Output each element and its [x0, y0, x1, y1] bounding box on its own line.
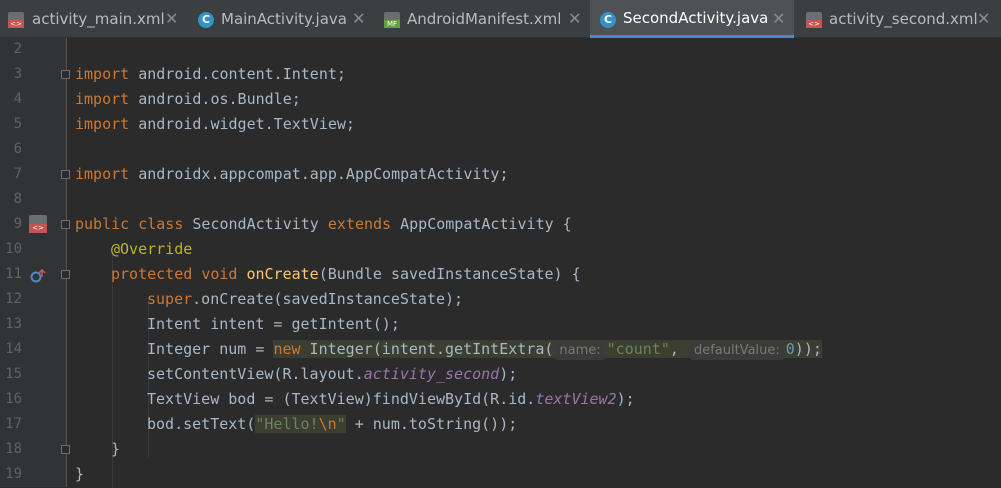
- code-line-17: bod.setText("Hello!\n" + num.toString())…: [147, 415, 518, 433]
- xml-layout-file-icon: <>: [8, 12, 24, 28]
- line-number: 10: [5, 241, 22, 257]
- close-icon[interactable]: ✕: [977, 9, 990, 28]
- line-number: 15: [5, 366, 22, 382]
- code-line-4: import android.os.Bundle;: [75, 90, 301, 108]
- line-number: 17: [5, 416, 22, 432]
- line-number: 9: [13, 216, 22, 232]
- code-line-3: import android.content.Intent;: [75, 65, 346, 83]
- close-icon[interactable]: ✕: [772, 9, 785, 28]
- line-number: 18: [5, 441, 22, 457]
- code-line-5: import android.widget.TextView;: [75, 115, 355, 133]
- code-line-7: import androidx.appcompat.app.AppCompatA…: [75, 165, 509, 183]
- tab-label: AndroidManifest.xml: [407, 10, 562, 28]
- code-line-10: @Override: [111, 240, 193, 258]
- line-number: 4: [13, 91, 22, 107]
- tab-label: activity_second.xml: [829, 10, 978, 28]
- java-class-icon: C: [198, 12, 214, 28]
- tab-label: MainActivity.java: [221, 10, 347, 28]
- line-number: 11: [5, 266, 22, 282]
- line-number: 14: [5, 341, 22, 357]
- java-class-icon: C: [600, 12, 616, 28]
- code-line-18: }: [111, 440, 121, 458]
- close-icon[interactable]: ✕: [352, 9, 365, 28]
- line-number: 19: [5, 466, 22, 482]
- line-number: 5: [13, 116, 22, 132]
- code-line-11: protected void onCreate(Bundle savedInst…: [111, 265, 581, 283]
- code-line-13: Intent intent = getIntent();: [147, 315, 400, 333]
- line-number: 13: [5, 316, 22, 332]
- code-line-19: }: [75, 465, 85, 483]
- line-number: 8: [13, 191, 22, 207]
- code-line-14: Integer num = new Integer(intent.getIntE…: [147, 340, 822, 360]
- related-layout-gutter-icon[interactable]: <>: [29, 215, 47, 233]
- editor-tab-bar: <> activity_main.xml ✕ C MainActivity.ja…: [0, 0, 1001, 38]
- line-number: 2: [13, 41, 22, 57]
- tab-android-manifest-xml[interactable]: MF AndroidManifest.xml ✕: [374, 0, 590, 38]
- highlighted-expression: new Integer(intent.getIntExtra(name: "cou…: [273, 340, 822, 360]
- highlighted-string: "Hello!\n": [255, 415, 346, 433]
- line-number: 7: [13, 166, 22, 182]
- parameter-hint: name:: [555, 342, 605, 360]
- code-line-9: public class SecondActivity extends AppC…: [75, 215, 572, 233]
- close-icon[interactable]: ✕: [568, 9, 581, 28]
- tab-main-activity-java[interactable]: C MainActivity.java ✕: [186, 0, 374, 38]
- line-number: 12: [5, 291, 22, 307]
- close-icon[interactable]: ✕: [165, 9, 178, 28]
- tab-second-activity-java[interactable]: C SecondActivity.java ✕: [590, 0, 794, 38]
- code-line-12: super.onCreate(savedInstanceState);: [147, 290, 464, 308]
- tab-activity-main-xml[interactable]: <> activity_main.xml ✕: [0, 0, 186, 38]
- line-number: 3: [13, 66, 22, 82]
- tab-label: activity_main.xml: [32, 10, 165, 28]
- manifest-file-icon: MF: [384, 12, 400, 28]
- tab-activity-second-xml[interactable]: <> activity_second.xml ✕: [794, 0, 1001, 38]
- override-marker-icon[interactable]: [29, 268, 47, 284]
- code-line-16: TextView bod = (TextView)findViewById(R.…: [147, 390, 635, 408]
- line-number: 16: [5, 391, 22, 407]
- line-number: 6: [13, 141, 22, 157]
- xml-layout-file-icon: <>: [806, 12, 822, 28]
- editor-gutter[interactable]: 2 3 4 5 6 7 8 9 10 11 12 13 14 15 16 17 …: [0, 38, 70, 487]
- code-line-15: setContentView(R.layout.activity_second)…: [147, 365, 518, 383]
- tab-label: SecondActivity.java: [623, 8, 769, 27]
- parameter-hint: defaultValue:: [689, 342, 784, 360]
